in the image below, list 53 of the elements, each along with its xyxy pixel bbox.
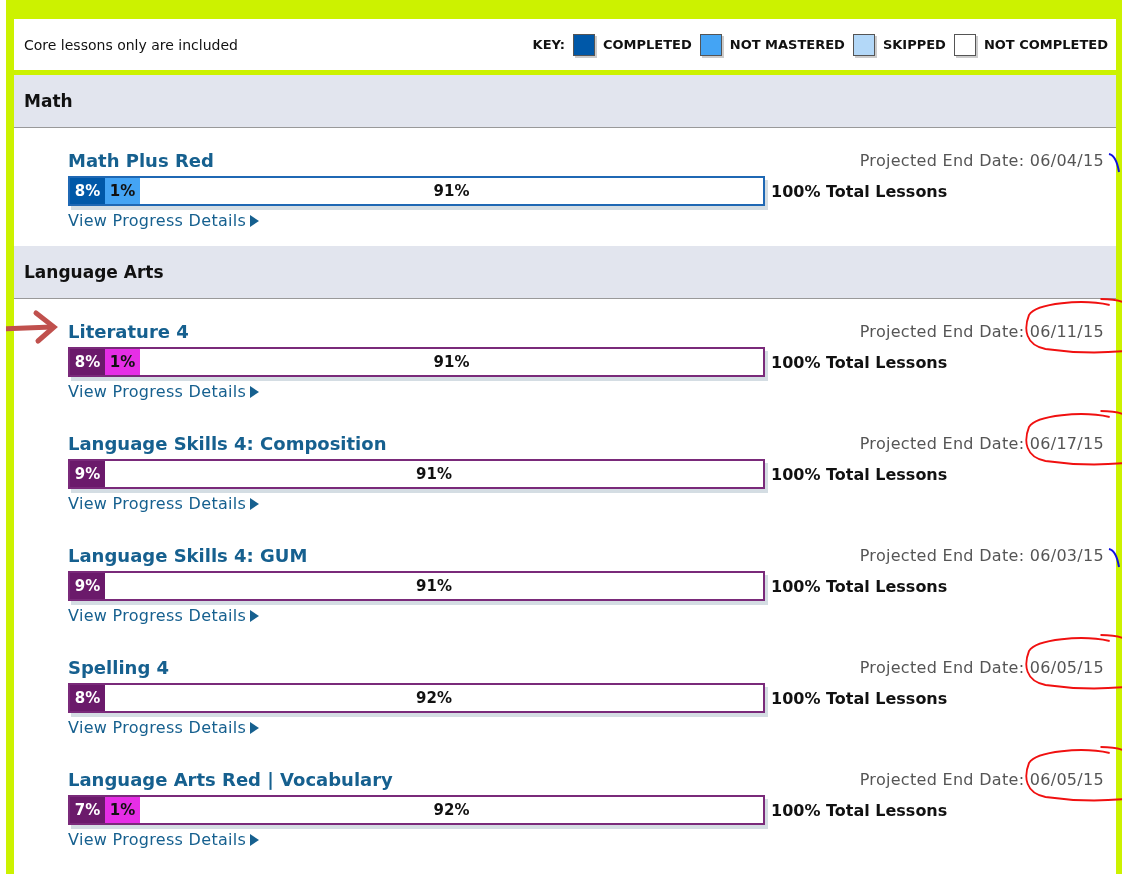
progress-segment: 8% [70,685,105,711]
view-progress-link[interactable]: View Progress Details [68,382,260,401]
view-progress-link[interactable]: View Progress Details [68,606,260,625]
triangle-icon [250,833,260,846]
progress-segment: 7% [70,797,105,823]
total-lessons: 100% Total Lessons [771,688,948,708]
total-lessons: 100% Total Lessons [771,576,948,596]
progress-segment: 8% [70,349,105,375]
total-lessons: 100% Total Lessons [771,181,948,201]
triangle-icon [250,214,260,227]
legend-label: NOT COMPLETED [983,37,1108,52]
course-title[interactable]: Language Arts Red | Vocabulary [68,769,393,790]
view-progress-link[interactable]: View Progress Details [68,718,260,737]
triangle-icon [250,497,260,510]
projected-end-date: Projected End Date: 06/03/15 [859,546,1104,565]
remaining-percent: 91% [415,464,453,485]
projected-end-date: Projected End Date: 06/05/15 [859,770,1104,789]
course-title[interactable]: Language Skills 4: GUM [68,545,308,566]
progress-segment: 1% [105,178,140,204]
view-progress-link[interactable]: View Progress Details [68,211,260,230]
remaining-percent: 92% [432,800,471,821]
section-title: Language Arts [24,262,164,282]
course-title[interactable]: Language Skills 4: Composition [68,433,387,454]
progress-segment: 9% [70,461,105,487]
view-progress-link[interactable]: View Progress Details [68,830,260,849]
total-lessons: 100% Total Lessons [771,464,948,484]
total-lessons: 100% Total Lessons [771,800,948,820]
legend-label: COMPLETED [603,37,692,52]
triangle-icon [250,609,260,622]
total-lessons: 100% Total Lessons [771,352,948,372]
view-progress-link[interactable]: View Progress Details [68,494,260,513]
course-title[interactable]: Math Plus Red [68,150,214,171]
notice-text: Core lessons only are included [24,36,238,53]
projected-end-date: Projected End Date: 06/17/15 [859,434,1104,453]
legend-label: NOT MASTERED [729,37,845,52]
remaining-percent: 91% [415,576,453,597]
projected-end-date: Projected End Date: 06/05/15 [859,658,1104,677]
triangle-icon [250,385,260,398]
projected-end-date: Projected End Date: 06/04/15 [859,151,1104,170]
remaining-percent: 91% [432,352,471,373]
remaining-percent: 91% [432,181,471,202]
triangle-icon [250,721,260,734]
key-label: KEY: [532,37,565,52]
progress-segment: 1% [105,349,140,375]
remaining-percent: 92% [415,688,453,709]
section-title: Math [24,91,73,111]
progress-segment: 8% [70,178,105,204]
course-title[interactable]: Literature 4 [68,321,189,342]
course-title[interactable]: Spelling 4 [68,657,170,678]
progress-segment: 9% [70,573,105,599]
progress-segment: 1% [105,797,140,823]
projected-end-date: Projected End Date: 06/11/15 [859,322,1104,341]
legend-label: SKIPPED [882,37,946,52]
